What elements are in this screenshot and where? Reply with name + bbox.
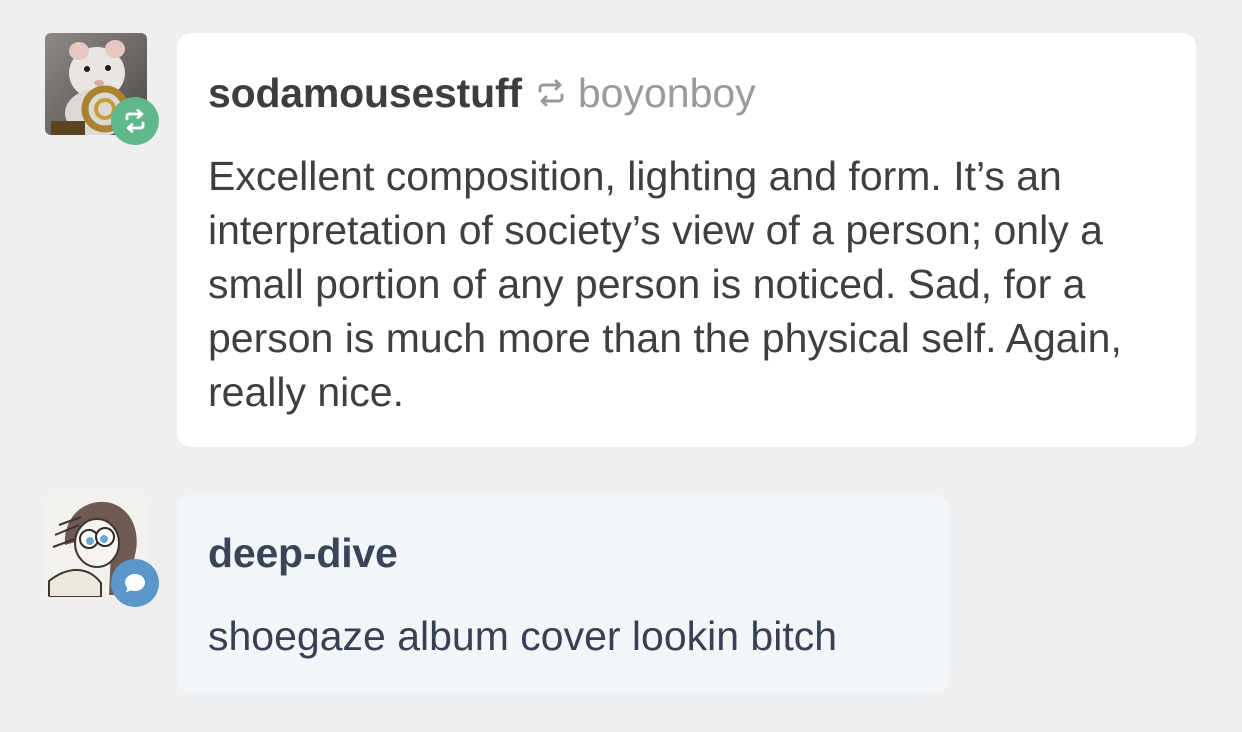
reblog-icon	[534, 78, 568, 108]
reblog-icon	[125, 109, 145, 133]
speech-bubble-icon	[125, 574, 145, 593]
reply-text: shoegaze album cover lookin bitch	[208, 613, 838, 659]
reblog-note: sodamousestuff boyonboy Excellent compos…	[0, 0, 1242, 470]
username-link[interactable]: deep-dive	[208, 530, 398, 577]
note-header: sodamousestuff boyonboy	[208, 65, 756, 121]
reblog-bubble: sodamousestuff boyonboy Excellent compos…	[177, 33, 1196, 447]
avatar-container[interactable]	[45, 495, 159, 607]
username-link[interactable]: sodamousestuff	[208, 70, 522, 117]
reply-bubble: deep-dive shoegaze album cover lookin bi…	[177, 495, 949, 693]
note-header: deep-dive	[208, 525, 398, 581]
reblogged-from-link[interactable]: boyonboy	[578, 70, 756, 117]
reply-note: deep-dive shoegaze album cover lookin bi…	[0, 470, 1242, 732]
avatar-container[interactable]	[45, 33, 159, 145]
reply-badge	[111, 559, 159, 607]
reblog-badge	[111, 97, 159, 145]
note-text: Excellent composition, lighting and form…	[208, 153, 1122, 415]
